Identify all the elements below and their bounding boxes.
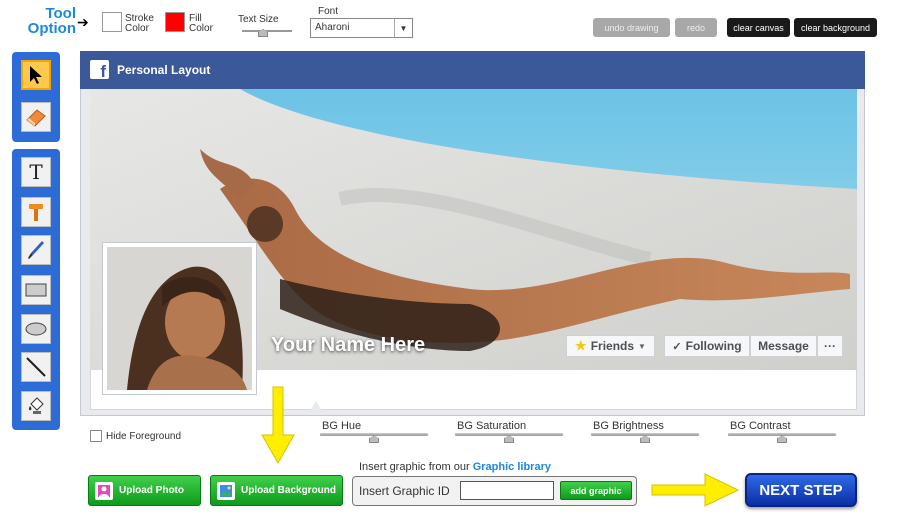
friends-button[interactable]: ★ Friends ▼ bbox=[566, 335, 655, 357]
bg-contrast-slider-handle[interactable] bbox=[777, 435, 787, 443]
more-options-button[interactable]: ··· bbox=[817, 335, 843, 357]
undo-drawing-button[interactable]: undo drawing bbox=[593, 18, 670, 37]
fill-color-swatch[interactable] bbox=[165, 12, 185, 32]
tool-option-title: Tool Option bbox=[20, 6, 76, 36]
profile-picture bbox=[107, 247, 252, 390]
arrow-right-icon: ➔ bbox=[77, 14, 89, 30]
brush-icon bbox=[28, 241, 44, 259]
pointer-icon bbox=[30, 66, 42, 84]
right-arrow-icon bbox=[651, 473, 740, 507]
eraser-icon bbox=[26, 109, 46, 127]
hide-foreground-checkbox[interactable] bbox=[90, 430, 102, 442]
landscape-image-icon bbox=[217, 481, 235, 500]
stroke-color-swatch[interactable] bbox=[102, 12, 122, 32]
hide-foreground-label: Hide Foreground bbox=[106, 430, 182, 442]
clear-canvas-button[interactable]: clear canvas bbox=[727, 18, 790, 37]
stroke-color-label-2: Color bbox=[125, 23, 149, 34]
font-select[interactable]: Aharoni ▼ bbox=[310, 18, 413, 38]
bg-saturation-slider-handle[interactable] bbox=[504, 435, 514, 443]
tool-option-title-line2: Option bbox=[27, 20, 76, 37]
eraser-tool-button[interactable] bbox=[21, 102, 51, 132]
graphic-id-input[interactable] bbox=[460, 481, 554, 500]
caret-down-icon: ▼ bbox=[638, 341, 646, 351]
paint-bucket-icon bbox=[28, 397, 44, 414]
hammer-icon bbox=[29, 204, 43, 221]
checkmark-icon: ✓ bbox=[672, 340, 682, 353]
text-size-label: Text Size bbox=[238, 14, 279, 25]
font-select-value: Aharoni bbox=[315, 22, 350, 33]
bg-hue-label: BG Hue bbox=[322, 420, 362, 432]
font-label: Font bbox=[318, 6, 339, 17]
brush-tool-button[interactable] bbox=[21, 235, 51, 265]
following-button-label: Following bbox=[685, 339, 742, 353]
fill-color-label-2: Color bbox=[189, 23, 213, 34]
user-photo-icon bbox=[95, 481, 113, 500]
down-arrow-icon bbox=[261, 386, 295, 465]
graphic-library-link[interactable]: Graphic library bbox=[473, 461, 551, 473]
stroke-color-label: Stroke Color bbox=[125, 14, 154, 34]
upload-background-label: Upload Background bbox=[241, 485, 337, 496]
chevron-down-icon: ▼ bbox=[394, 19, 412, 37]
upload-photo-button[interactable]: Upload Photo bbox=[88, 475, 201, 506]
ellipse-icon bbox=[25, 322, 47, 336]
text-icon: T bbox=[29, 160, 43, 184]
tool-option-title-line1: Tool bbox=[45, 5, 76, 22]
clear-background-button[interactable]: clear background bbox=[794, 18, 877, 37]
pointer-tool-button[interactable] bbox=[21, 60, 51, 90]
profile-picture-frame[interactable] bbox=[102, 242, 257, 395]
upload-background-button[interactable]: Upload Background bbox=[210, 475, 343, 506]
insert-caption-text: Insert graphic from our bbox=[359, 461, 473, 473]
insert-graphic-caption: Insert graphic from our Graphic library bbox=[359, 461, 551, 473]
friends-button-label: Friends bbox=[590, 339, 635, 353]
star-icon: ★ bbox=[575, 338, 587, 353]
bg-contrast-label: BG Contrast bbox=[730, 420, 791, 432]
following-button[interactable]: ✓ Following bbox=[664, 335, 750, 357]
bg-hue-slider-handle[interactable] bbox=[369, 435, 379, 443]
insert-graphic-id-label: Insert Graphic ID bbox=[359, 484, 450, 498]
paint-bucket-tool-button[interactable] bbox=[21, 391, 51, 421]
redo-button[interactable]: redo bbox=[675, 18, 717, 37]
line-tool-button[interactable] bbox=[21, 352, 51, 382]
hammer-tool-button[interactable] bbox=[21, 197, 51, 227]
add-graphic-button[interactable]: add graphic bbox=[560, 481, 632, 500]
bg-saturation-label: BG Saturation bbox=[457, 420, 527, 432]
layout-title: Personal Layout bbox=[117, 63, 211, 77]
hide-foreground-control[interactable]: Hide Foreground bbox=[90, 430, 181, 442]
fill-color-label: Fill Color bbox=[189, 14, 213, 34]
facebook-logo-icon: f bbox=[90, 60, 109, 81]
bg-brightness-label: BG Brightness bbox=[593, 420, 664, 432]
rectangle-icon bbox=[25, 283, 47, 297]
ellipse-tool-button[interactable] bbox=[21, 314, 51, 344]
bg-brightness-slider-handle[interactable] bbox=[640, 435, 650, 443]
message-button[interactable]: Message bbox=[750, 335, 817, 357]
rectangle-tool-button[interactable] bbox=[21, 275, 51, 305]
facebook-logo-letter: f bbox=[100, 62, 106, 81]
upload-photo-label: Upload Photo bbox=[119, 485, 184, 496]
profile-name-text[interactable]: Your Name Here bbox=[271, 334, 425, 357]
next-step-button[interactable]: NEXT STEP bbox=[745, 473, 857, 507]
line-icon bbox=[26, 357, 46, 377]
profile-picture-image bbox=[107, 247, 252, 390]
text-tool-button[interactable]: T bbox=[21, 157, 51, 187]
